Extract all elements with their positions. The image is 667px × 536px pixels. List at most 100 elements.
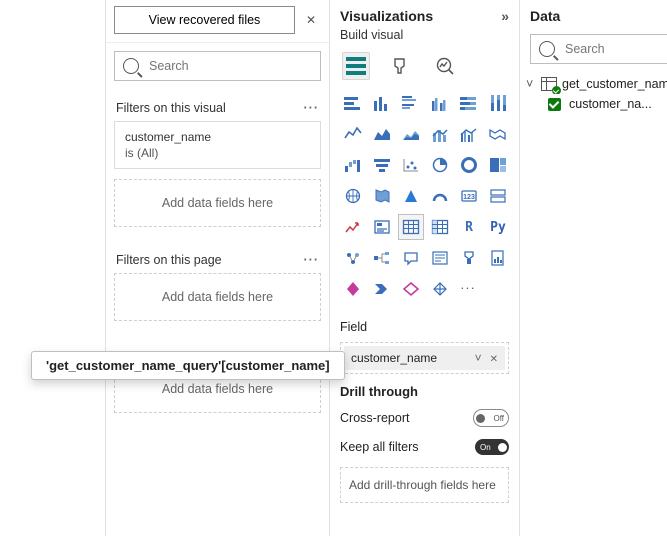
- view-recovered-files-button[interactable]: View recovered files: [114, 6, 295, 34]
- search-icon: [123, 58, 139, 74]
- data-pane: Data get_customer_name_qu... customer_na…: [520, 0, 667, 536]
- chevron-down-icon[interactable]: [475, 351, 482, 365]
- matrix-icon[interactable]: [427, 214, 453, 240]
- keep-filters-toggle[interactable]: On: [475, 439, 509, 455]
- waterfall-chart-icon[interactable]: [340, 152, 366, 178]
- r-visual-icon[interactable]: R: [456, 214, 482, 240]
- ribbon-chart-icon[interactable]: [485, 121, 511, 147]
- paint-brush-icon: [391, 56, 411, 76]
- pie-chart-icon[interactable]: [427, 152, 453, 178]
- build-visual-label: Build visual: [330, 26, 519, 48]
- field-well[interactable]: customer_name: [340, 342, 509, 374]
- key-influencers-icon[interactable]: [340, 245, 366, 271]
- cross-report-row: Cross-report Off: [330, 403, 519, 433]
- stacked-bar-icon: [346, 57, 366, 75]
- filters-visual-header: Filters on this visual: [116, 101, 226, 115]
- qna-icon[interactable]: [398, 245, 424, 271]
- line-stacked-column-icon[interactable]: [427, 121, 453, 147]
- app-root: View recovered files Filters on this vis…: [0, 0, 667, 536]
- keep-filters-label: Keep all filters: [340, 440, 419, 454]
- filters-search[interactable]: [114, 51, 321, 81]
- power-automate-icon[interactable]: [369, 276, 395, 302]
- format-visual-tab[interactable]: [388, 53, 414, 79]
- filters-pane: View recovered files Filters on this vis…: [106, 0, 330, 536]
- cross-report-label: Cross-report: [340, 411, 409, 425]
- more-icon[interactable]: [304, 101, 320, 115]
- hundred-stacked-column-icon[interactable]: [485, 90, 511, 116]
- data-search[interactable]: [530, 34, 667, 64]
- kpi-icon[interactable]: [340, 214, 366, 240]
- app-source-icon[interactable]: [398, 276, 424, 302]
- filter-card-customer-name[interactable]: customer_name is (All): [114, 121, 321, 169]
- table-name-label: get_customer_name_qu...: [562, 77, 667, 91]
- gauge-icon[interactable]: [427, 183, 453, 209]
- filters-search-input[interactable]: [147, 58, 312, 74]
- build-visual-tab[interactable]: [342, 52, 370, 80]
- more-icon[interactable]: [304, 253, 320, 267]
- search-icon: [539, 41, 555, 57]
- filter-card-condition: is (All): [125, 146, 310, 160]
- filters-on-visual-section: Filters on this visual customer_name is …: [106, 89, 329, 241]
- decomposition-tree-icon[interactable]: [369, 245, 395, 271]
- close-icon[interactable]: [301, 10, 321, 30]
- checkbox-checked-icon[interactable]: [548, 98, 561, 111]
- clustered-column-chart-icon[interactable]: [427, 90, 453, 116]
- donut-chart-icon[interactable]: [456, 152, 482, 178]
- filters-page-dropzone[interactable]: Add data fields here: [114, 273, 321, 321]
- data-pane-title: Data: [530, 8, 560, 24]
- column-node[interactable]: customer_na...: [526, 94, 667, 114]
- data-search-input[interactable]: [563, 41, 667, 57]
- column-name-label: customer_na...: [569, 97, 652, 111]
- cross-report-toggle[interactable]: Off: [473, 409, 509, 427]
- python-visual-icon[interactable]: Py: [485, 214, 511, 240]
- drill-through-dropzone[interactable]: Add drill-through fields here: [340, 467, 509, 503]
- magnifier-chart-icon: [435, 56, 455, 76]
- remove-field-icon[interactable]: [490, 351, 498, 365]
- collapse-pane-icon[interactable]: [501, 8, 509, 24]
- keep-filters-row: Keep all filters On: [330, 433, 519, 461]
- filters-visual-dropzone[interactable]: Add data fields here: [114, 179, 321, 227]
- paginated-report-icon[interactable]: [485, 245, 511, 271]
- line-clustered-column-icon[interactable]: [456, 121, 482, 147]
- svg-text:123: 123: [463, 194, 475, 201]
- filter-card-field: customer_name: [125, 130, 310, 144]
- filters-page-header: Filters on this page: [116, 253, 222, 267]
- analytics-tab[interactable]: [432, 53, 458, 79]
- drill-through-header: Drill through: [330, 374, 519, 403]
- table-node[interactable]: get_customer_name_qu...: [526, 74, 667, 94]
- card-icon[interactable]: 123: [456, 183, 482, 209]
- field-tooltip: 'get_customer_name_query'[customer_name]: [31, 351, 345, 380]
- filled-map-icon[interactable]: [369, 183, 395, 209]
- more-visuals-icon[interactable]: [456, 276, 480, 300]
- field-well-label: Field: [330, 310, 519, 338]
- area-chart-icon[interactable]: [369, 121, 395, 147]
- smart-narrative-icon[interactable]: [427, 245, 453, 271]
- field-chip-customer-name[interactable]: customer_name: [344, 346, 505, 370]
- azure-map-icon[interactable]: [398, 183, 424, 209]
- visual-type-grid: 123 R Py: [330, 88, 519, 310]
- fields-tree: get_customer_name_qu... customer_na...: [520, 72, 667, 116]
- filters-on-page-section: Filters on this page Add data fields her…: [106, 241, 329, 335]
- hundred-stacked-bar-icon[interactable]: [456, 90, 482, 116]
- caret-down-icon: [526, 77, 536, 91]
- stacked-column-chart-icon[interactable]: [369, 90, 395, 116]
- line-chart-icon[interactable]: [340, 121, 366, 147]
- visualizations-title: Visualizations: [340, 8, 433, 24]
- goals-icon[interactable]: [456, 245, 482, 271]
- slicer-icon[interactable]: [369, 214, 395, 240]
- table-icon[interactable]: [398, 214, 424, 240]
- scatter-chart-icon[interactable]: [398, 152, 424, 178]
- field-chip-label: customer_name: [351, 351, 437, 365]
- filters-top-bar: View recovered files: [106, 0, 329, 43]
- clustered-bar-chart-icon[interactable]: [398, 90, 424, 116]
- multi-row-card-icon[interactable]: [485, 183, 511, 209]
- report-canvas[interactable]: [0, 0, 106, 536]
- refresh-ok-badge-icon: [552, 86, 561, 94]
- treemap-icon[interactable]: [485, 152, 511, 178]
- get-more-visuals-icon[interactable]: [427, 276, 453, 302]
- map-icon[interactable]: [340, 183, 366, 209]
- power-apps-icon[interactable]: [340, 276, 366, 302]
- stacked-bar-chart-icon[interactable]: [340, 90, 366, 116]
- stacked-area-chart-icon[interactable]: [398, 121, 424, 147]
- funnel-chart-icon[interactable]: [369, 152, 395, 178]
